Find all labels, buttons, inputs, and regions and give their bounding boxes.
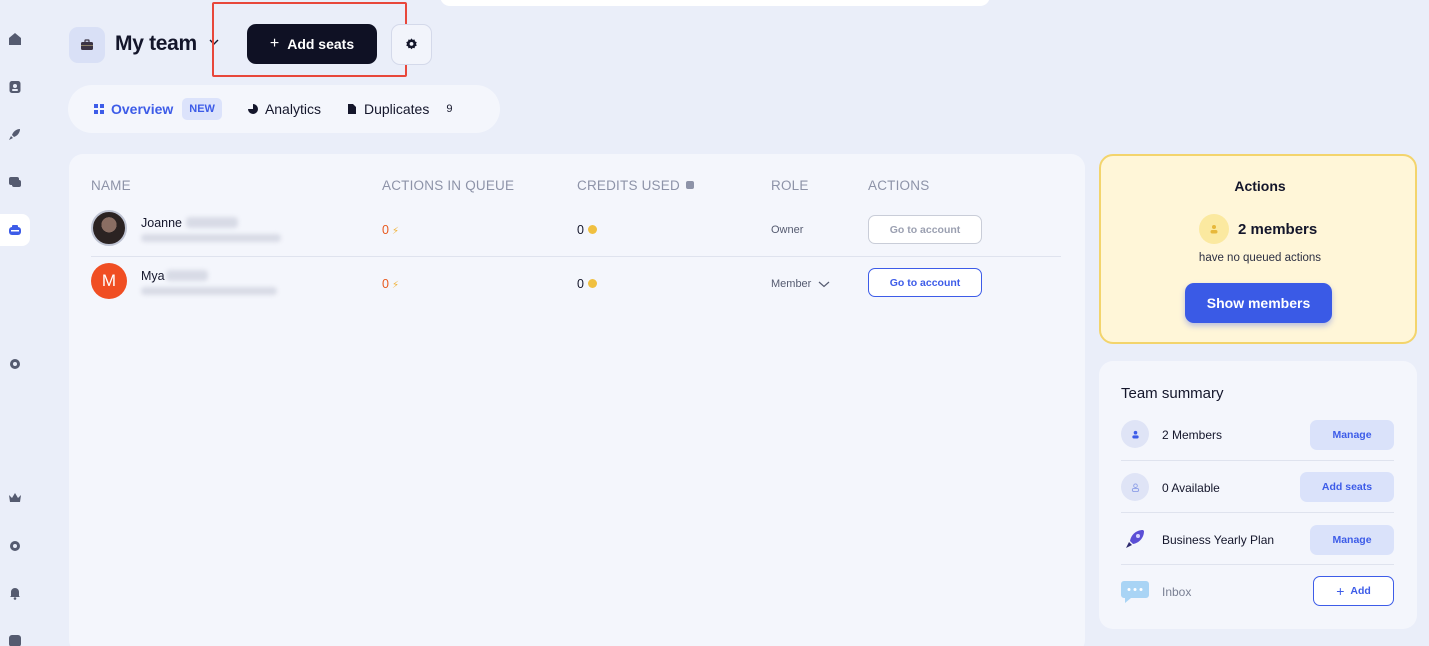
tab-label: Overview xyxy=(111,101,174,117)
crown-icon[interactable] xyxy=(0,482,30,514)
redacted-surname xyxy=(186,217,238,228)
summary-divider xyxy=(1121,564,1394,565)
show-members-button[interactable]: Show members xyxy=(1185,283,1332,323)
actions-title: Actions xyxy=(1234,178,1286,194)
credits-value: 0 xyxy=(577,223,584,237)
redacted-email xyxy=(141,234,281,242)
manage-members-button[interactable]: Manage xyxy=(1310,420,1394,450)
bolt-icon: ⚡ xyxy=(391,226,399,237)
new-badge: NEW xyxy=(182,98,222,120)
add-seats-label: Add seats xyxy=(287,36,355,52)
tab-label: Analytics xyxy=(264,101,321,117)
members-count: 2 members xyxy=(1238,221,1318,238)
summary-plan-label: Business Yearly Plan xyxy=(1162,533,1275,547)
chevron-down-icon[interactable] xyxy=(818,279,830,289)
left-rail xyxy=(0,0,30,646)
pie-chart-icon xyxy=(247,104,258,114)
members-subtitle: have no queued actions xyxy=(1198,252,1322,264)
credits-used: 0 xyxy=(577,277,597,291)
rocket-plan-icon xyxy=(1121,525,1149,553)
column-header-queue[interactable]: ACTIONS IN QUEUE xyxy=(382,178,514,193)
contacts-icon[interactable] xyxy=(0,71,30,103)
role-label: Owner xyxy=(771,224,804,236)
plus-icon: + xyxy=(1336,583,1345,599)
member-name: Mya xyxy=(141,269,165,283)
go-to-account-button[interactable]: Go to account xyxy=(868,215,982,244)
grid-icon xyxy=(94,104,104,114)
summary-inbox-label: Inbox xyxy=(1162,585,1192,599)
add-seats-button[interactable]: + Add seats xyxy=(247,24,377,64)
column-header-credits[interactable]: CREDITS USED xyxy=(577,178,694,193)
summary-members-label: 2 Members xyxy=(1162,428,1223,442)
help-icon[interactable] xyxy=(0,625,30,646)
gear-icon xyxy=(406,38,417,50)
rocket-icon[interactable] xyxy=(0,118,30,150)
summary-title: Team summary xyxy=(1121,385,1224,402)
avatar xyxy=(91,210,127,246)
team-settings-button[interactable] xyxy=(391,24,432,65)
settings-icon[interactable] xyxy=(0,348,30,380)
bell-icon[interactable] xyxy=(0,577,30,609)
home-icon[interactable] xyxy=(0,23,30,55)
plus-icon: + xyxy=(269,35,280,52)
coin-icon xyxy=(587,279,597,288)
person-icon xyxy=(1199,214,1229,244)
inbox-chat-icon xyxy=(1121,577,1149,605)
queue-value: 0 xyxy=(382,277,389,291)
chevron-down-icon[interactable] xyxy=(207,35,221,49)
tab-duplicates[interactable]: Duplicates 9 xyxy=(347,101,453,117)
queue-value: 0 xyxy=(382,223,389,237)
queue-count: 0 ⚡ xyxy=(382,277,399,291)
manage-plan-button[interactable]: Manage xyxy=(1310,525,1394,555)
role-dropdown[interactable]: Member xyxy=(771,278,811,290)
duplicates-count: 9 xyxy=(446,103,453,115)
avatar: M xyxy=(91,263,127,299)
chat-icon[interactable] xyxy=(0,166,30,198)
add-inbox-button[interactable]: + Add xyxy=(1313,576,1394,606)
page-title: My team xyxy=(115,32,197,55)
team-icon[interactable] xyxy=(0,214,30,246)
tab-analytics[interactable]: Analytics xyxy=(247,101,321,117)
credits-header-label: CREDITS USED xyxy=(577,178,680,193)
coin-icon xyxy=(587,225,597,234)
column-header-name[interactable]: NAME xyxy=(91,178,131,193)
tab-label: Duplicates xyxy=(363,101,430,117)
credits-value: 0 xyxy=(577,277,584,291)
info-icon xyxy=(685,181,694,189)
summary-divider xyxy=(1121,460,1394,461)
summary-divider xyxy=(1121,512,1394,513)
members-icon xyxy=(1121,420,1149,448)
team-summary-card: Team summary 2 Members Manage 0 Availabl… xyxy=(1099,361,1417,629)
column-header-actions: ACTIONS xyxy=(868,178,930,193)
tab-overview[interactable]: Overview NEW xyxy=(94,98,222,120)
queue-count: 0 ⚡ xyxy=(382,223,399,237)
credits-used: 0 xyxy=(577,223,597,237)
row-divider xyxy=(91,256,1061,257)
bolt-icon: ⚡ xyxy=(391,280,399,291)
summary-available-label: 0 Available xyxy=(1162,481,1220,495)
column-header-role[interactable]: ROLE xyxy=(771,178,809,193)
tab-bar: Overview NEW Analytics Duplicates 9 xyxy=(68,85,500,133)
redacted-surname xyxy=(166,270,208,281)
member-name: Joanne xyxy=(141,216,183,230)
top-search-bar[interactable] xyxy=(440,0,990,6)
gear-icon[interactable] xyxy=(0,530,30,562)
add-inbox-label: Add xyxy=(1350,585,1371,597)
redacted-email xyxy=(141,287,277,295)
actions-card: Actions 2 members have no queued actions… xyxy=(1099,154,1417,344)
add-seats-summary-button[interactable]: Add seats xyxy=(1300,472,1394,502)
document-icon xyxy=(347,104,356,114)
briefcase-icon xyxy=(69,27,105,63)
available-seat-icon xyxy=(1121,473,1149,501)
go-to-account-button[interactable]: Go to account xyxy=(868,268,982,297)
